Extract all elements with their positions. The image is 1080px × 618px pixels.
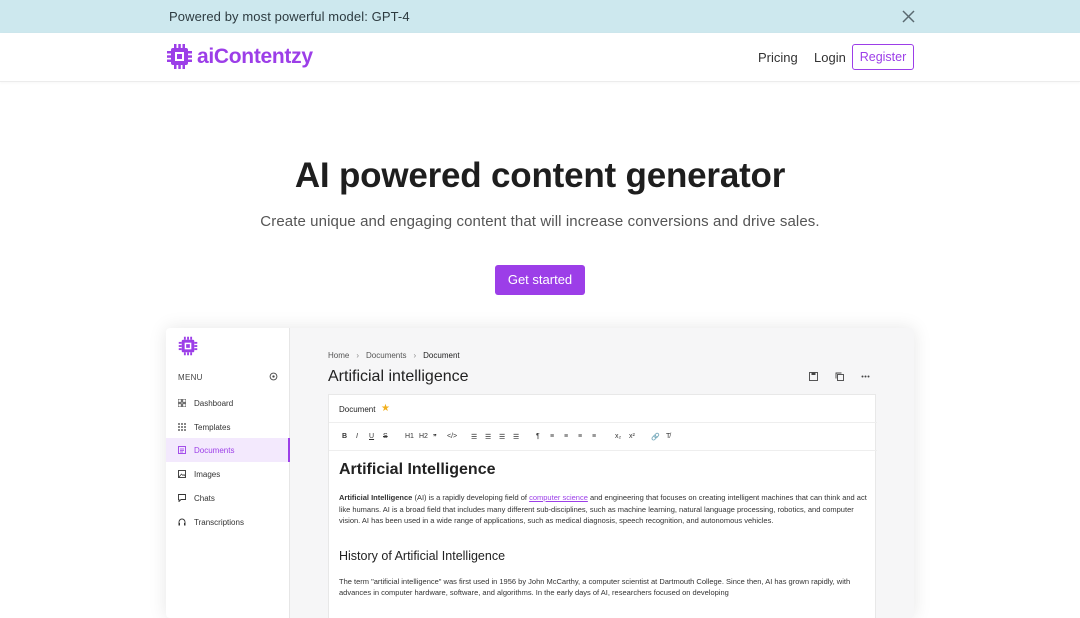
bold-button[interactable]: B: [342, 433, 347, 440]
sidebar-item-label: Images: [194, 470, 221, 479]
code-button[interactable]: </>: [447, 433, 457, 440]
hero-subtitle: Create unique and engaging content that …: [260, 213, 820, 230]
content-paragraph: The term "artificial intelligence" was f…: [339, 576, 851, 598]
outdent-button[interactable]: ☰: [513, 433, 519, 441]
sidebar-item-templates[interactable]: Templates: [166, 415, 290, 439]
brand-name: aiContentzy: [197, 44, 313, 68]
image-icon: [178, 470, 186, 478]
align-left-button[interactable]: ≡: [550, 433, 554, 440]
brand-logo[interactable]: aiContentzy: [166, 43, 313, 70]
document-name: Document: [339, 405, 376, 414]
bullet-list-button[interactable]: ☰: [485, 433, 491, 441]
subscript-button[interactable]: x₂: [615, 433, 621, 440]
page-title: Artificial intelligence: [328, 368, 469, 385]
breadcrumb: Home › Documents › Document: [328, 351, 460, 360]
close-icon[interactable]: [900, 8, 917, 25]
sidebar-item-label: Templates: [194, 423, 231, 432]
document-editor: Document ★ B I U S H1 H2 ❞ </> ☰ ☰ ☰ ☰ ¶…: [328, 394, 877, 618]
document-icon: [178, 446, 186, 454]
editor-content[interactable]: Artificial Intelligence Artificial Intel…: [339, 461, 869, 599]
content-paragraph: Artificial Intelligence (AI) is a rapidl…: [339, 492, 869, 527]
chat-icon: [178, 494, 186, 502]
save-icon[interactable]: [809, 372, 818, 381]
align-right-button[interactable]: ≡: [578, 433, 582, 440]
announcement-text: Powered by most powerful model: GPT-4: [169, 9, 410, 24]
underline-button[interactable]: U: [369, 433, 374, 440]
grid-icon: [178, 399, 186, 407]
breadcrumb-current: Document: [423, 351, 460, 360]
hero-title: AI powered content generator: [294, 156, 786, 195]
editor-toolbar: B I U S H1 H2 ❞ </> ☰ ☰ ☰ ☰ ¶ ≡ ≡ ≡ ≡ x₂…: [329, 423, 877, 451]
menu-label: MENU: [178, 373, 203, 382]
copy-icon[interactable]: [835, 372, 844, 381]
ordered-list-button[interactable]: ☰: [471, 433, 477, 441]
sidebar-item-chats[interactable]: Chats: [166, 486, 290, 510]
headphones-icon: [178, 518, 186, 526]
align-justify-button[interactable]: ≡: [592, 433, 596, 440]
nav-login-link[interactable]: Login: [814, 50, 846, 65]
italic-button[interactable]: I: [356, 433, 358, 440]
heading2-button[interactable]: H2: [419, 433, 428, 440]
paragraph-button[interactable]: ¶: [536, 433, 540, 440]
content-link[interactable]: computer science: [529, 493, 588, 502]
superscript-button[interactable]: x²: [629, 433, 635, 440]
sidebar-item-transcriptions[interactable]: Transcriptions: [166, 510, 290, 534]
preview-sidebar: MENU Dashboard Templates Documents Image…: [166, 328, 290, 618]
announcement-bar: Powered by most powerful model: GPT-4: [0, 0, 1080, 33]
indent-button[interactable]: ☰: [499, 433, 505, 441]
chevron-right-icon: ›: [413, 351, 417, 360]
chip-logo-icon: [167, 44, 192, 69]
link-icon[interactable]: 🔗: [651, 433, 660, 441]
quote-button[interactable]: ❞: [433, 433, 437, 441]
breadcrumb-home[interactable]: Home: [328, 351, 349, 360]
more-icon[interactable]: [861, 372, 870, 381]
content-subheading: History of Artificial Intelligence: [339, 548, 506, 563]
app-preview: MENU Dashboard Templates Documents Image…: [166, 328, 914, 618]
dots-grid-icon: [178, 423, 186, 431]
sidebar-item-label: Chats: [194, 494, 215, 503]
clear-format-icon[interactable]: T̸: [666, 433, 670, 440]
sidebar-item-label: Transcriptions: [194, 518, 244, 527]
strike-button[interactable]: S: [383, 433, 388, 440]
star-icon[interactable]: ★: [381, 403, 390, 414]
nav-pricing-link[interactable]: Pricing: [758, 50, 798, 65]
content-text: (AI) is a rapidly developing field of: [412, 493, 530, 502]
breadcrumb-documents[interactable]: Documents: [366, 351, 406, 360]
chip-logo-icon: [178, 336, 198, 356]
content-bold-term: Artificial Intelligence: [339, 493, 413, 502]
content-heading: Artificial Intelligence: [339, 461, 496, 478]
sidebar-item-images[interactable]: Images: [166, 462, 290, 486]
sidebar-item-documents[interactable]: Documents: [166, 438, 290, 462]
navbar: aiContentzy Pricing Login Register: [0, 33, 1080, 82]
sidebar-item-dashboard[interactable]: Dashboard: [166, 391, 290, 415]
sidebar-item-label: Dashboard: [194, 399, 234, 408]
get-started-button[interactable]: Get started: [495, 265, 585, 295]
settings-icon[interactable]: [269, 372, 278, 381]
register-button[interactable]: Register: [852, 44, 914, 70]
heading1-button[interactable]: H1: [405, 433, 414, 440]
editor-header: Document ★: [329, 395, 877, 423]
align-center-button[interactable]: ≡: [564, 433, 568, 440]
sidebar-item-label: Documents: [194, 446, 235, 455]
chevron-right-icon: ›: [356, 351, 360, 360]
